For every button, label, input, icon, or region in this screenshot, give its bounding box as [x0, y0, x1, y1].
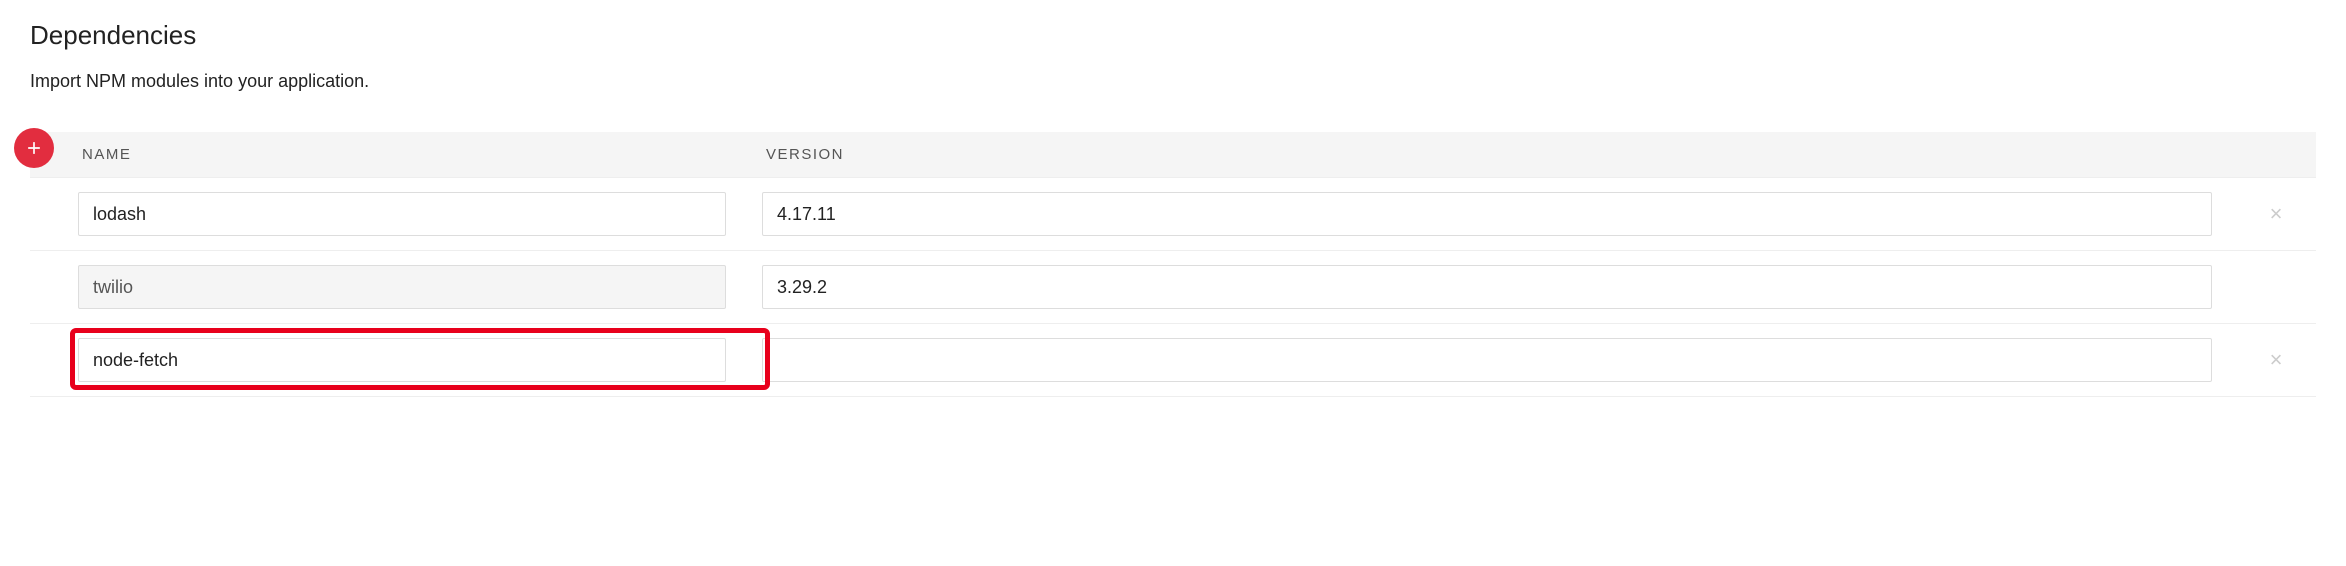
add-dependency-button[interactable] [14, 128, 54, 168]
table-row [30, 251, 2316, 324]
table-header-row: NAME VERSION [30, 132, 2316, 178]
header-name: NAME [30, 146, 750, 163]
dependency-version-input[interactable] [762, 338, 2212, 382]
delete-cell: × [2236, 201, 2316, 227]
name-cell [30, 192, 750, 236]
name-cell [30, 265, 750, 309]
delete-cell: × [2236, 347, 2316, 373]
section-subtitle: Import NPM modules into your application… [30, 71, 2316, 92]
header-version: VERSION [750, 146, 2236, 163]
dependency-version-input[interactable] [762, 265, 2212, 309]
delete-icon[interactable]: × [2270, 347, 2283, 372]
header-delete [2236, 146, 2316, 163]
dependencies-table: NAME VERSION × × [30, 132, 2316, 397]
table-row: × [30, 178, 2316, 251]
delete-icon[interactable]: × [2270, 201, 2283, 226]
name-cell [30, 338, 750, 382]
plus-icon [24, 138, 44, 158]
section-title: Dependencies [30, 20, 2316, 51]
version-cell [750, 192, 2236, 236]
dependency-version-input[interactable] [762, 192, 2212, 236]
dependency-name-input [78, 265, 726, 309]
table-row: × [30, 324, 2316, 397]
version-cell [750, 265, 2236, 309]
version-cell [750, 338, 2236, 382]
dependency-name-input[interactable] [78, 338, 726, 382]
dependency-name-input[interactable] [78, 192, 726, 236]
